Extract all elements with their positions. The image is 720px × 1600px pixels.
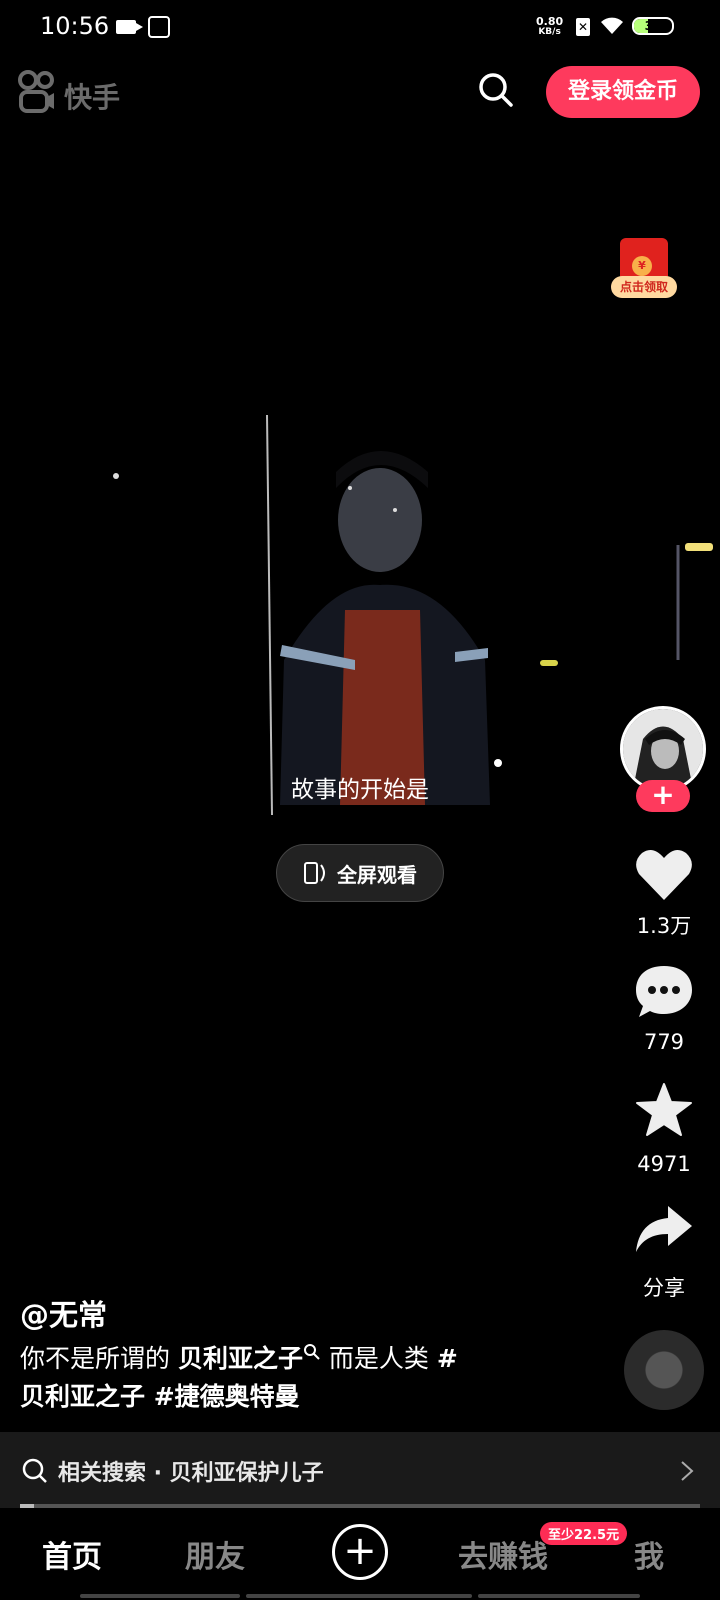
video-progress-fill (20, 1504, 34, 1508)
video-subtitle: 故事的开始是 (291, 777, 429, 803)
app-logo-text: 快手 (64, 81, 121, 114)
rotate-screen-icon (304, 862, 325, 884)
status-time: 10:56 (40, 12, 110, 40)
caption-text: 而是人类 (320, 1344, 437, 1373)
create-plus-button[interactable]: + (332, 1524, 388, 1580)
chevron-right-icon (681, 1461, 694, 1481)
battery-icon: 37 (632, 17, 674, 35)
video-camera-icon (116, 20, 143, 34)
wifi-icon (601, 17, 623, 34)
search-icon (22, 1458, 47, 1483)
earn-reward-badge: 至少22.5元 (540, 1522, 628, 1545)
follow-button[interactable]: + (636, 780, 690, 812)
music-disc-icon[interactable] (624, 1330, 704, 1410)
fullscreen-label: 全屏观看 (337, 862, 417, 887)
avatar-image (623, 709, 703, 789)
hashtag-link[interactable]: 贝利亚之子 #捷德奥特曼 (20, 1382, 300, 1411)
red-envelope-claim-label[interactable]: 点击领取 (611, 276, 677, 298)
no-sim-icon: ✕ (576, 18, 590, 36)
share-arrow-icon[interactable] (634, 1202, 694, 1258)
network-speed: 0.80 KB/s (536, 16, 563, 38)
related-search-text[interactable]: 相关搜索 · 贝利亚保护儿子 (58, 1455, 324, 1487)
like-count: 1.3万 (636, 914, 692, 938)
fullscreen-button[interactable]: 全屏观看 (276, 844, 444, 902)
author-name[interactable]: @无常 (20, 1292, 107, 1334)
heart-icon[interactable] (634, 846, 694, 902)
network-speed-unit: KB/s (538, 27, 561, 37)
tab-home[interactable]: 首页 (42, 1532, 102, 1576)
video-caption: 你不是所谓的 贝利亚之子 而是人类 # 贝利亚之子 #捷德奥特曼 (20, 1340, 580, 1416)
keyword-search-icon[interactable] (303, 1343, 321, 1361)
battery-level: 37 (644, 19, 662, 33)
search-icon[interactable] (478, 72, 514, 108)
comment-count: 779 (643, 1030, 685, 1054)
tab-earn[interactable]: 去赚钱 (458, 1532, 548, 1576)
gesture-bar (80, 1594, 240, 1598)
tab-me[interactable]: 我 (634, 1532, 664, 1576)
video-progress-track[interactable] (20, 1504, 700, 1508)
share-label: 分享 (643, 1276, 685, 1300)
tab-friends[interactable]: 朋友 (185, 1532, 245, 1576)
kuaishou-logo-icon (18, 70, 54, 113)
caption-keyword-link[interactable]: 贝利亚之子 (178, 1344, 303, 1373)
star-icon[interactable] (634, 1082, 694, 1138)
coin-icon: ¥ (632, 256, 652, 276)
comment-icon[interactable] (634, 964, 694, 1020)
gesture-bar (246, 1594, 472, 1598)
app-notification-icon (148, 16, 170, 38)
collect-count: 4971 (637, 1152, 691, 1176)
caption-text: 你不是所谓的 (20, 1344, 178, 1373)
network-speed-value: 0.80 (536, 15, 564, 28)
hashtag-link[interactable]: # (437, 1344, 458, 1373)
login-coins-button[interactable]: 登录领金币 (546, 66, 700, 118)
gesture-bar (478, 1594, 640, 1598)
